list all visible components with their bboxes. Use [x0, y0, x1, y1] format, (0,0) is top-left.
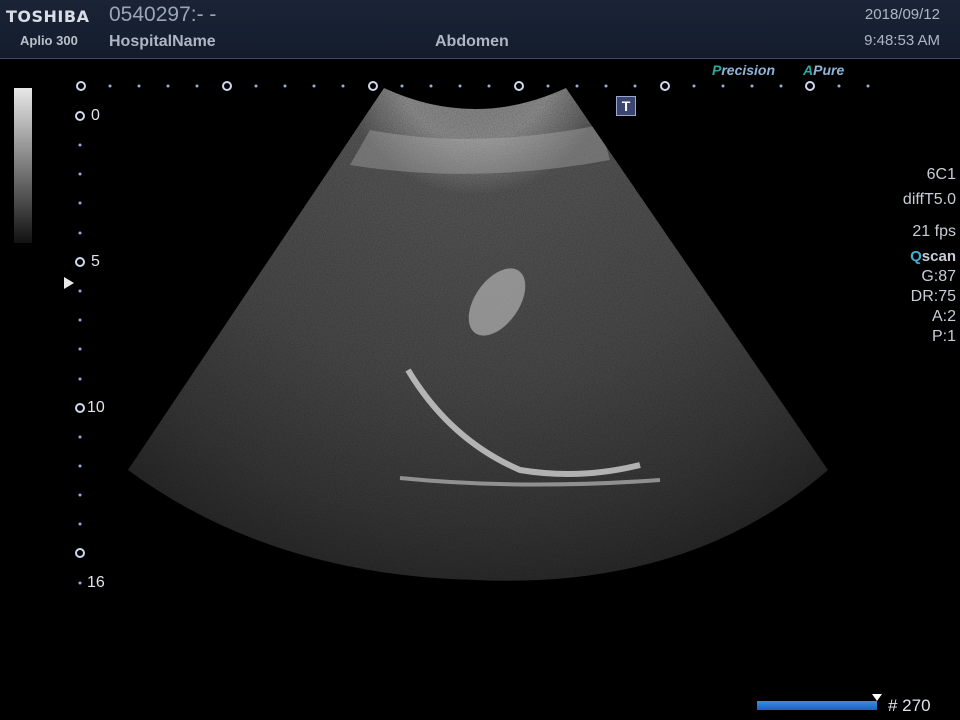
- transducer-marker-icon: T: [616, 96, 636, 116]
- apure-badge: APure: [803, 62, 845, 78]
- focus-marker-icon[interactable]: [64, 277, 74, 289]
- preset-label: diffT5.0: [902, 191, 956, 208]
- depth-scale: [75, 111, 85, 585]
- probe-label: 6C1: [926, 166, 956, 183]
- depth-label-10: 10: [87, 399, 105, 416]
- depth-label-16: 16: [87, 574, 105, 591]
- grayscale-bar: [14, 88, 32, 243]
- dynamic-range-label: DR:75: [910, 288, 956, 305]
- depth-label-5: 5: [91, 253, 100, 270]
- lateral-scale: [76, 81, 870, 91]
- precision-badge: Precision: [712, 62, 776, 78]
- ultrasound-image: [75, 81, 870, 585]
- a-param-label: A:2: [931, 308, 956, 325]
- p-param-label: P:1: [931, 328, 956, 345]
- frame-counter: # 270: [888, 696, 931, 715]
- depth-label-0: 0: [91, 107, 100, 124]
- cine-progress-bar[interactable]: [757, 701, 877, 710]
- fps-label: 21 fps: [912, 223, 956, 240]
- gain-label: G:87: [921, 268, 956, 285]
- cine-position-marker-icon[interactable]: [872, 694, 882, 701]
- qscan-label: Qscan: [910, 248, 956, 265]
